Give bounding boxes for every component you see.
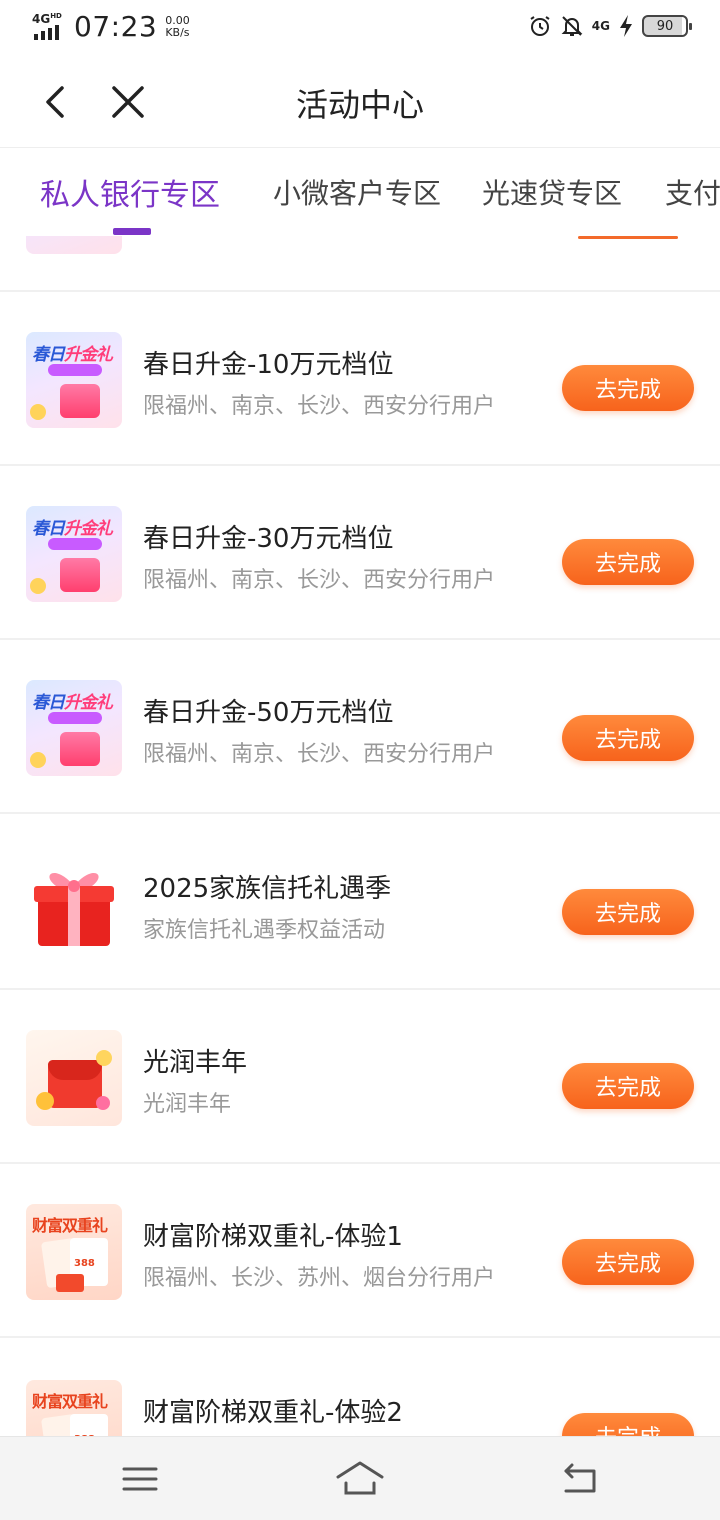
signal-icon: 4GHD <box>30 12 68 42</box>
list-item[interactable]: 春日升金礼 春日升金-10万元档位 限福州、南京、长沙、西安分行用户 去完成 <box>0 292 720 466</box>
complete-button[interactable]: 去完成 <box>562 715 694 761</box>
network-type-right: 4G <box>591 19 610 33</box>
system-navigation-bar <box>0 1436 720 1520</box>
list-item[interactable]: 财富双重礼 388 财富阶梯双重礼-体验2 去完成 <box>0 1340 720 1436</box>
home-icon[interactable] <box>336 1457 384 1501</box>
activity-list[interactable]: 春日升金礼 春日升金-10万元档位 限福州、南京、长沙、西安分行用户 去完成 春… <box>0 236 720 1436</box>
activity-thumbnail: 春日升金礼 <box>26 506 122 602</box>
tab-payment[interactable]: 支付 <box>665 172 720 212</box>
activity-subtitle: 限福州、长沙、苏州、烟台分行用户 <box>143 1266 496 1291</box>
list-item[interactable]: 财富双重礼 388 财富阶梯双重礼-体验1 限福州、长沙、苏州、烟台分行用户 去… <box>0 1164 720 1338</box>
activity-title: 春日升金-30万元档位 <box>143 524 394 554</box>
alarm-icon <box>530 16 550 36</box>
activity-title: 春日升金-10万元档位 <box>143 350 394 380</box>
activity-subtitle: 限福州、南京、长沙、西安分行用户 <box>143 568 496 593</box>
return-icon[interactable] <box>558 1457 602 1501</box>
red-packet-icon <box>26 1030 122 1126</box>
activity-thumbnail: 财富双重礼 388 <box>26 1380 122 1436</box>
complete-button[interactable]: 去完成 <box>562 1063 694 1109</box>
tab-small-business[interactable]: 小微客户专区 <box>273 172 441 212</box>
network-type: 4GHD <box>32 11 62 26</box>
tab-indicator <box>113 228 151 235</box>
activity-thumbnail: 春日升金礼 <box>26 332 122 428</box>
app-header: 活动中心 <box>0 56 720 148</box>
complete-button[interactable]: 去完成 <box>562 539 694 585</box>
gift-box-icon <box>26 856 122 952</box>
complete-button[interactable]: 去完成 <box>562 889 694 935</box>
complete-button[interactable]: 去完成 <box>562 1239 694 1285</box>
lightning-icon <box>620 15 632 37</box>
complete-button[interactable]: 去完成 <box>562 1413 694 1436</box>
list-item[interactable]: 光润丰年 光润丰年 去完成 <box>0 990 720 1164</box>
menu-icon[interactable] <box>118 1457 162 1501</box>
clock: 07:23 <box>74 10 158 43</box>
complete-button[interactable]: 去完成 <box>562 365 694 411</box>
tab-fast-loan[interactable]: 光速贷专区 <box>482 172 622 212</box>
activity-thumbnail <box>26 236 122 254</box>
status-bar: 4GHD 07:23 0.00 KB/s 4G 90 <box>0 0 720 56</box>
activity-thumbnail: 春日升金礼 <box>26 680 122 776</box>
list-item <box>0 236 720 292</box>
activity-title: 2025家族信托礼遇季 <box>143 874 392 904</box>
page-title: 活动中心 <box>295 86 424 124</box>
activity-thumbnail: 财富双重礼 388 <box>26 1204 122 1300</box>
activity-subtitle: 光润丰年 <box>143 1092 232 1117</box>
activity-title: 春日升金-50万元档位 <box>143 698 394 728</box>
activity-title: 财富阶梯双重礼-体验2 <box>143 1398 403 1428</box>
activity-title: 光润丰年 <box>143 1048 248 1078</box>
activity-subtitle: 家族信托礼遇季权益活动 <box>143 918 386 943</box>
battery-indicator: 90 <box>642 15 692 37</box>
tab-private-banking[interactable]: 私人银行专区 <box>40 170 220 214</box>
activity-subtitle: 限福州、南京、长沙、西安分行用户 <box>143 742 496 767</box>
activity-title: 财富阶梯双重礼-体验1 <box>143 1222 403 1252</box>
list-item[interactable]: 春日升金礼 春日升金-50万元档位 限福州、南京、长沙、西安分行用户 去完成 <box>0 640 720 814</box>
list-item[interactable]: 2025家族信托礼遇季 家族信托礼遇季权益活动 去完成 <box>0 816 720 990</box>
activity-subtitle: 限福州、南京、长沙、西安分行用户 <box>143 394 496 419</box>
tab-bar: 私人银行专区 小微客户专区 光速贷专区 支付 <box>0 148 720 236</box>
bell-off-icon <box>561 16 583 36</box>
list-item[interactable]: 春日升金礼 春日升金-30万元档位 限福州、南京、长沙、西安分行用户 去完成 <box>0 466 720 640</box>
network-speed: 0.00 KB/s <box>165 13 190 39</box>
